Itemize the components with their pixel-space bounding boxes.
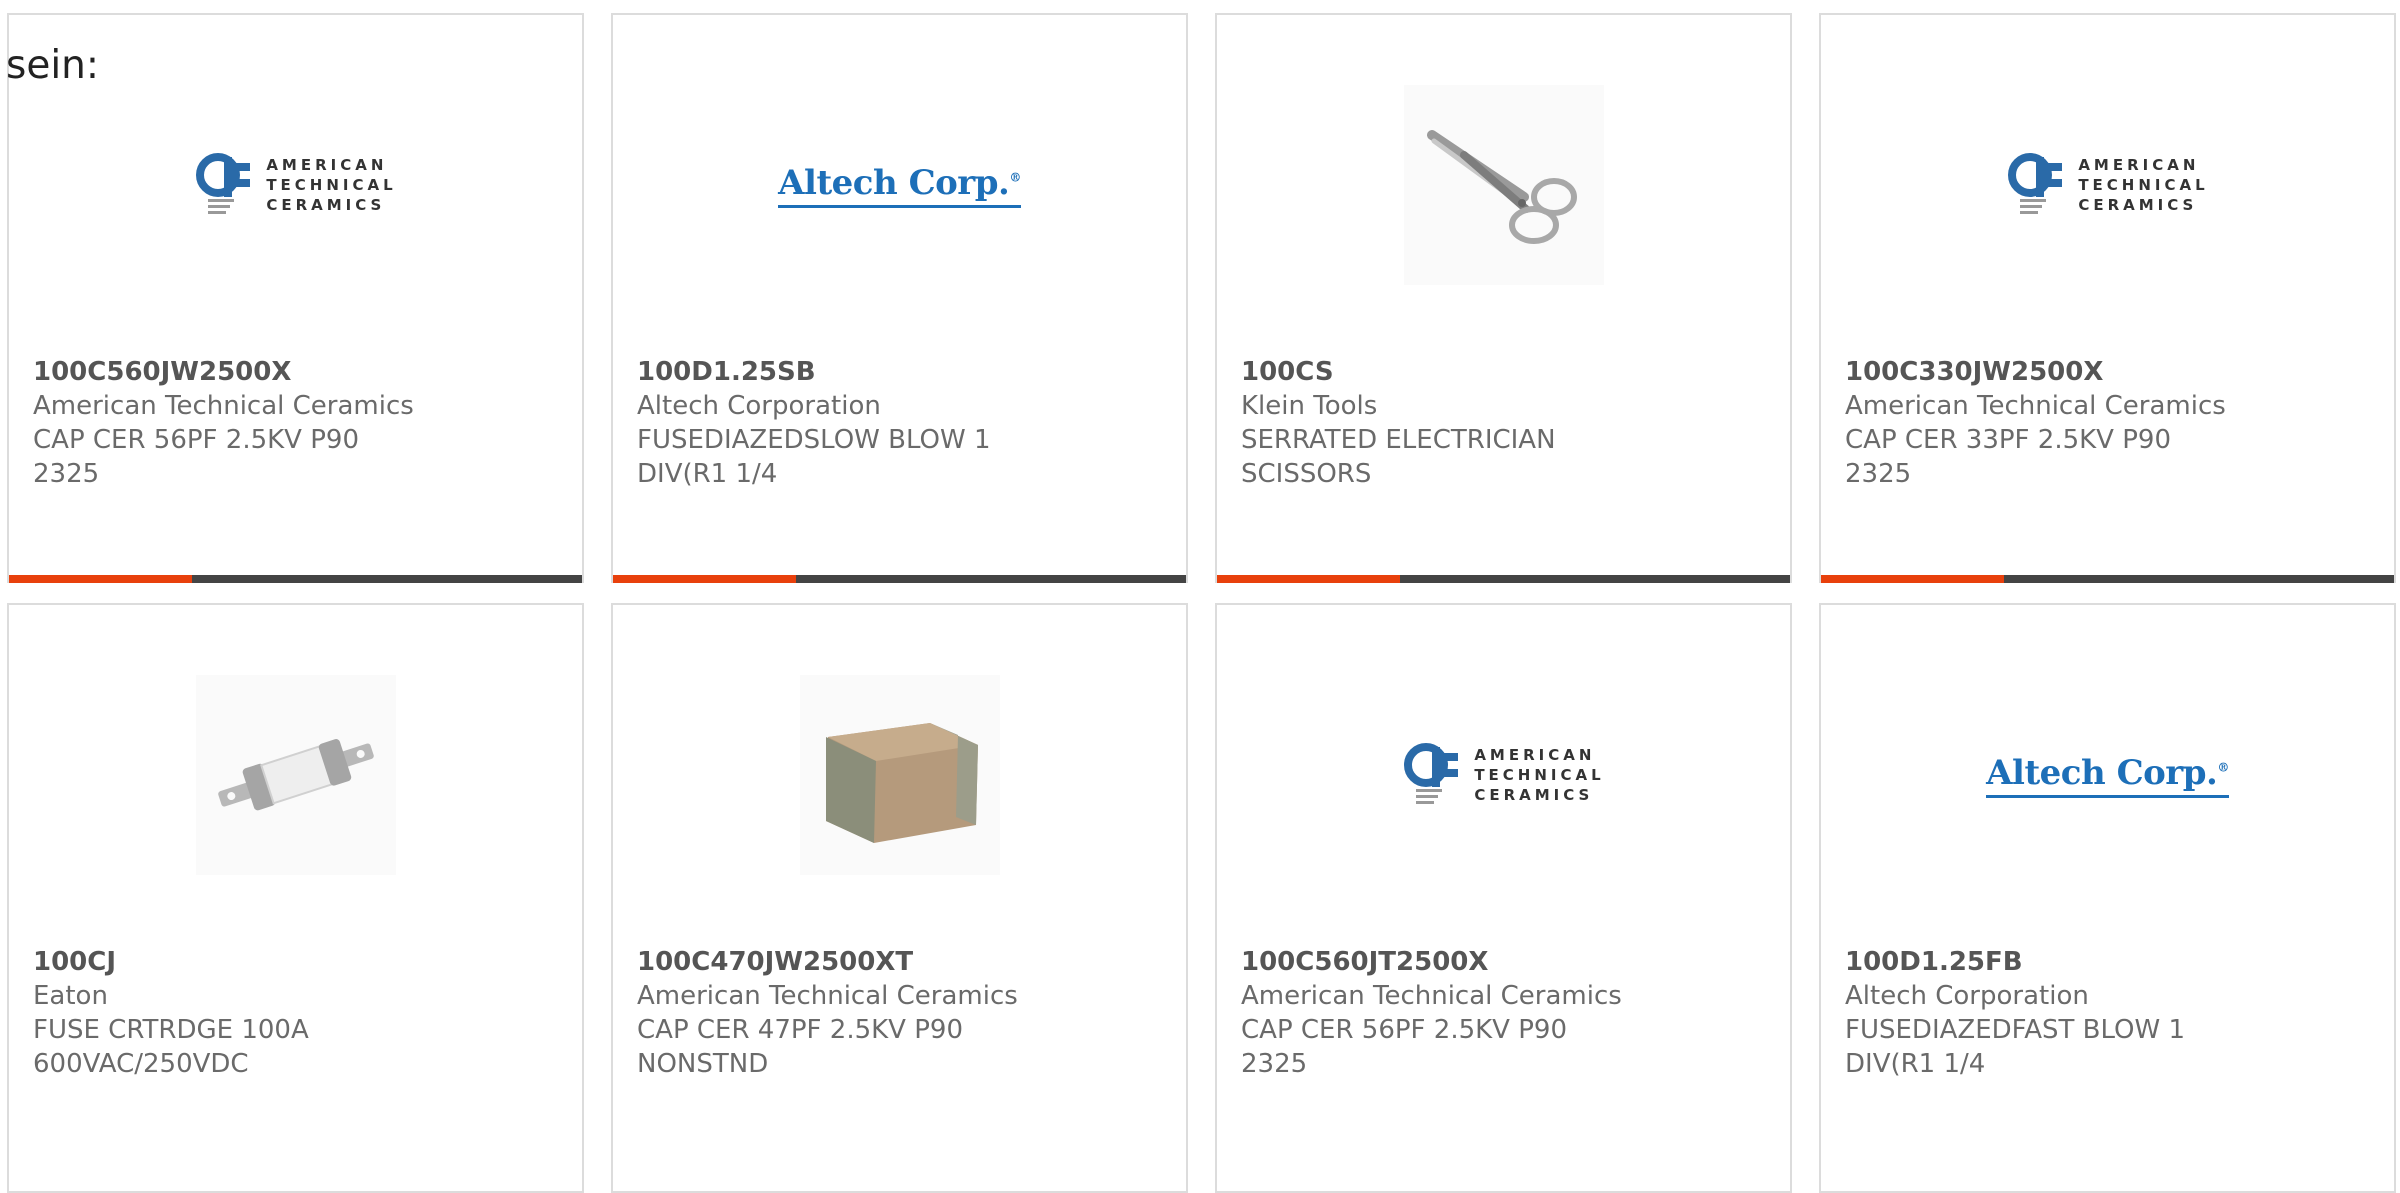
part-number[interactable]: 100D1.25FB: [1845, 945, 2370, 979]
atc-line: AMERICAN: [266, 156, 388, 174]
manufacturer: Klein Tools: [1241, 391, 1378, 421]
intro-text: sein:: [6, 43, 100, 88]
atc-line: TECHNICAL: [1474, 766, 1605, 784]
product-card[interactable]: 100C470JW2500XT American Technical Ceram…: [611, 603, 1188, 1193]
manufacturer: American Technical Ceramics: [33, 391, 414, 421]
product-image[interactable]: [613, 675, 1186, 875]
card-bar-accent: [9, 575, 192, 583]
description: FUSE CRTRDGE 100A 600VAC/250VDC: [33, 1015, 309, 1079]
part-number[interactable]: 100CJ: [33, 945, 558, 979]
atc-line: TECHNICAL: [266, 176, 397, 194]
description: CAP CER 56PF 2.5KV P90 2325: [1241, 1015, 1567, 1079]
part-number[interactable]: 100C560JT2500X: [1241, 945, 1766, 979]
altech-logo: Altech Corp.®: [778, 163, 1021, 208]
manufacturer: Eaton: [33, 981, 108, 1011]
product-image[interactable]: AMERICAN TECHNICAL CERAMICS: [1821, 85, 2394, 285]
atc-line: AMERICAN: [1474, 746, 1596, 764]
part-number[interactable]: 100C560JW2500X: [33, 355, 558, 389]
description: CAP CER 56PF 2.5KV P90 2325: [33, 425, 359, 489]
atc-line: CERAMICS: [2078, 196, 2198, 214]
product-image[interactable]: [1217, 85, 1790, 285]
atc-line: CERAMICS: [1474, 786, 1594, 804]
description: FUSEDIAZEDSLOW BLOW 1 DIV(R1 1/4: [637, 425, 991, 489]
product-card[interactable]: Altech Corp.® 100D1.25FB Altech Corporat…: [1819, 603, 2396, 1193]
description: SERRATED ELECTRICIAN SCISSORS: [1241, 425, 1556, 489]
manufacturer: American Technical Ceramics: [1845, 391, 2226, 421]
capacitor-photo: [799, 675, 1000, 875]
atc-line: AMERICAN: [2078, 156, 2200, 174]
card-bar: [613, 575, 1186, 583]
atc-logo: AMERICAN TECHNICAL CERAMICS: [194, 149, 396, 221]
manufacturer: Altech Corporation: [637, 391, 881, 421]
card-bar: [1217, 575, 1790, 583]
part-number[interactable]: 100D1.25SB: [637, 355, 1162, 389]
part-number[interactable]: 100C470JW2500XT: [637, 945, 1162, 979]
card-bar: [1821, 575, 2394, 583]
card-bar-accent: [613, 575, 796, 583]
product-card[interactable]: AMERICAN TECHNICAL CERAMICS 100C330JW250…: [1819, 13, 2396, 583]
atc-logo: AMERICAN TECHNICAL CERAMICS: [1402, 739, 1604, 811]
product-card[interactable]: Altech Corp.® 100D1.25SB Altech Corporat…: [611, 13, 1188, 583]
description: FUSEDIAZEDFAST BLOW 1 DIV(R1 1/4: [1845, 1015, 2186, 1079]
atc-logo-icon: [196, 153, 251, 214]
product-grid: AMERICAN TECHNICAL CERAMICS 100C560JW250…: [0, 0, 2400, 1193]
scissors-photo: [1403, 85, 1604, 285]
atc-logo-icon: [1404, 743, 1459, 804]
atc-logo-icon: [2008, 153, 2063, 214]
card-bar: [9, 575, 582, 583]
card-bar-accent: [1821, 575, 2004, 583]
atc-line: TECHNICAL: [2078, 176, 2209, 194]
product-card[interactable]: AMERICAN TECHNICAL CERAMICS 100C560JW250…: [7, 13, 584, 583]
altech-logo: Altech Corp.®: [1986, 753, 2229, 798]
product-image[interactable]: [9, 675, 582, 875]
product-image[interactable]: AMERICAN TECHNICAL CERAMICS: [1217, 675, 1790, 875]
manufacturer: Altech Corporation: [1845, 981, 2089, 1011]
atc-line: CERAMICS: [266, 196, 386, 214]
registered-mark: ®: [2217, 760, 2229, 775]
description: CAP CER 47PF 2.5KV P90 NONSTND: [637, 1015, 963, 1079]
product-image[interactable]: AMERICAN TECHNICAL CERAMICS: [9, 85, 582, 285]
manufacturer: American Technical Ceramics: [1241, 981, 1622, 1011]
product-card[interactable]: 100CJ Eaton FUSE CRTRDGE 100A 600VAC/250…: [7, 603, 584, 1193]
product-image[interactable]: Altech Corp.®: [613, 85, 1186, 285]
card-bar-accent: [1217, 575, 1400, 583]
atc-logo: AMERICAN TECHNICAL CERAMICS: [2006, 149, 2208, 221]
product-image[interactable]: Altech Corp.®: [1821, 675, 2394, 875]
altech-logo-text: Altech Corp.: [1986, 752, 2218, 793]
part-number[interactable]: 100CS: [1241, 355, 1766, 389]
part-number[interactable]: 100C330JW2500X: [1845, 355, 2370, 389]
registered-mark: ®: [1009, 170, 1021, 185]
manufacturer: American Technical Ceramics: [637, 981, 1018, 1011]
fuse-photo: [195, 675, 396, 875]
product-card[interactable]: 100CS Klein Tools SERRATED ELECTRICIAN S…: [1215, 13, 1792, 583]
description: CAP CER 33PF 2.5KV P90 2325: [1845, 425, 2171, 489]
altech-logo-text: Altech Corp.: [778, 162, 1010, 203]
product-card[interactable]: AMERICAN TECHNICAL CERAMICS 100C560JT250…: [1215, 603, 1792, 1193]
